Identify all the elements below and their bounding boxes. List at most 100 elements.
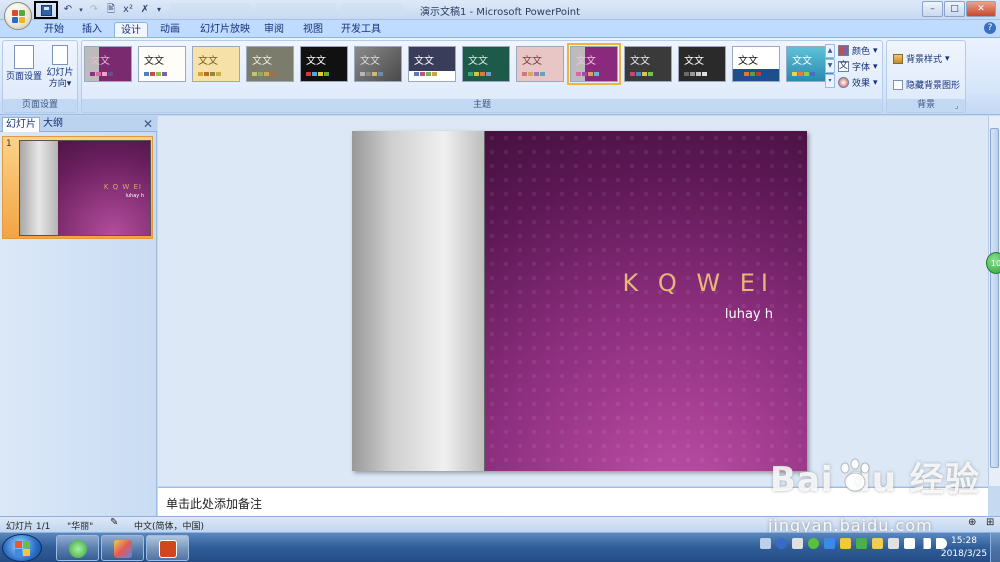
background-dialog-launcher-icon[interactable]: ⌟ [955,102,958,110]
taskbar-app-paint[interactable] [101,535,144,561]
theme-thumbnail[interactable]: 文文 [408,46,456,82]
fit-window-icon[interactable]: ⊞ [986,517,994,528]
gallery-up-icon[interactable]: ▲ [825,44,835,58]
theme-thumbnail[interactable]: 文文 [300,46,348,82]
theme-thumbnail[interactable]: 文文 [246,46,294,82]
office-button[interactable] [4,2,32,30]
tray-blue-icon[interactable] [824,538,835,549]
slide-editing-area: K Q W EI luhay h [158,116,988,486]
pane-close-icon[interactable]: ✕ [143,117,153,131]
theme-sample-text: 文文 [792,56,812,67]
tab-insert[interactable]: 插入 [76,22,108,38]
tab-slides[interactable]: 幻灯片 [2,117,40,132]
tab-outline[interactable]: 大纲 [40,117,66,132]
theme-thumbnail[interactable]: 文文 [192,46,240,82]
pane-tabs: 幻灯片 大纲 ✕ [0,116,157,132]
theme-thumbnail[interactable]: 文文 [462,46,510,82]
theme-gallery: 文文 文文 文文 文文 文文 文文 文文 文文 文文 文文 文文 文文 文文 文文 [84,43,834,85]
tray-phone-icon[interactable] [904,538,915,549]
zoom-in-icon[interactable]: ⊕ [968,517,976,528]
scrollbar-thumb[interactable] [990,128,999,468]
background-styles-label: 背景样式 [906,55,943,65]
group-label-page-setup: 页面设置 [3,99,77,112]
hide-background-graphics[interactable]: 隐藏背景图形 [893,78,960,91]
tab-design[interactable]: 设计 [114,22,148,38]
slides-pane: 幻灯片 大纲 ✕ 1 K Q W EI luhay h [0,116,157,516]
ribbon: 页面设置 幻灯片 方向▾ 页面设置 主题 文文 文文 文文 文文 文文 文文 文文 文文 文文文… [0,37,1000,115]
theme-colors-button[interactable]: 颜色 ▾ [838,44,878,57]
tab-home[interactable]: 开始 [38,22,70,38]
hide-graphics-label: 隐藏背景图形 [906,81,961,91]
tray-qq-icon[interactable] [840,538,851,549]
maximize-button[interactable]: □ [944,1,965,17]
theme-thumbnail[interactable]: 文文 [567,43,621,85]
powerpoint-icon [159,540,177,558]
taskbar-clock[interactable]: 15:28 2018/3/25 [940,535,988,561]
group-page-setup: 页面设置 幻灯片 方向▾ 页面设置 [2,40,78,113]
vertical-scrollbar[interactable] [988,116,1000,486]
slide-thumbnail-selected[interactable]: 1 K Q W EI luhay h [2,136,153,239]
theme-thumbnail[interactable]: 文文 [732,46,780,82]
orientation-label-2: 方向 [48,79,67,89]
slide-title[interactable]: K Q W EI [623,269,775,297]
theme-thumbnail[interactable]: 文文 [138,46,186,82]
close-button[interactable]: ✕ [966,1,996,17]
tray-security-icon[interactable] [856,538,867,549]
effects-icon [838,77,849,88]
slide-thumbnail[interactable]: K Q W EI luhay h [19,140,151,236]
tray-folder-icon[interactable] [872,538,883,549]
tab-review[interactable]: 审阅 [258,22,290,38]
theme-effects-button[interactable]: 效果 ▾ [838,76,878,89]
group-background: 背景 [886,40,966,113]
tab-view[interactable]: 视图 [297,22,329,38]
theme-sample-text: 文文 [90,56,110,67]
gallery-down-icon[interactable]: ▼ [825,59,835,73]
theme-thumbnail[interactable]: 文文 [516,46,564,82]
background-styles-button[interactable]: 背景样式 ▾ [893,52,950,65]
tray-expand-icon[interactable] [792,538,803,549]
help-icon[interactable]: ? [984,22,996,34]
minimize-button[interactable]: – [922,1,943,17]
spellcheck-icon[interactable]: ✎ [110,517,118,528]
tray-device-icon[interactable] [888,538,899,549]
thumbnail-title: K Q W EI [103,183,142,191]
taskbar: 15:28 2018/3/25 [0,532,1000,562]
gallery-scroll: ▲ ▼ ▾ [825,44,835,88]
system-tray [760,538,947,549]
tray-network-icon[interactable] [920,538,931,549]
theme-thumbnail[interactable]: 文文 [678,46,726,82]
notes-placeholder: 单击此处添加备注 [166,497,263,511]
theme-sample-text: 文文 [738,56,758,67]
group-label-themes: 主题 [82,99,882,112]
hide-graphics-checkbox[interactable] [893,79,903,90]
tray-help-icon[interactable] [776,538,787,549]
tab-slideshow[interactable]: 幻灯片放映 [194,22,256,38]
fonts-icon: 文 [838,61,849,72]
theme-thumbnail[interactable]: 文文 [84,46,132,82]
slide-orientation-button[interactable]: 幻灯片 方向▾ [41,45,79,90]
tab-animations[interactable]: 动画 [154,22,186,38]
tray-keyboard-icon[interactable] [760,538,771,549]
show-desktop-button[interactable] [990,533,1000,562]
window-controls: – □ ✕ [921,1,996,17]
gallery-more-icon[interactable]: ▾ [825,74,835,88]
tray-green-icon[interactable] [808,538,819,549]
status-language: 中文(简体，中国) [134,522,205,532]
browser-icon [69,540,87,558]
taskbar-app-browser[interactable] [56,535,99,561]
slide-left-panel [352,131,485,471]
slide-subtitle[interactable]: luhay h [725,307,773,322]
background-styles-icon [893,53,903,64]
effects-label: 效果 [852,79,871,89]
theme-fonts-button[interactable]: 文 字体 ▾ [838,60,878,73]
window-title: 演示文稿1 - Microsoft PowerPoint [419,7,581,18]
baidu-paw-icon [840,458,870,492]
floating-badge[interactable]: 10 [986,252,1000,274]
start-button[interactable] [2,534,42,562]
theme-thumbnail[interactable]: 文文 [624,46,672,82]
slide-canvas[interactable]: K Q W EI luhay h [352,131,807,471]
taskbar-app-powerpoint[interactable] [146,535,189,561]
theme-thumbnail[interactable]: 文文 [354,46,402,82]
tab-developer[interactable]: 开发工具 [335,22,387,38]
page-setup-button[interactable]: 页面设置 [5,45,43,83]
